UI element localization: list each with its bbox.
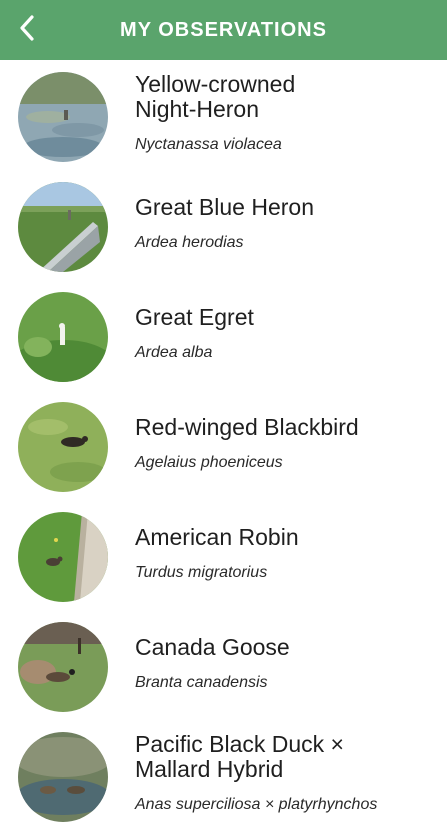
scientific-name: Turdus migratorius [135,564,268,581]
observation-item[interactable]: Pacific Black Duck × Mallard Hybrid Anas… [0,720,447,830]
common-name: Great Egret [135,304,254,330]
observation-item[interactable]: Great Blue Heron Ardea herodias [0,170,447,280]
common-name: American Robin [135,524,299,550]
scientific-name: Agelaius phoeniceus [135,454,283,471]
observation-text: Pacific Black Duck × Mallard Hybrid Anas… [135,732,435,814]
observation-text: Great Egret Ardea alba [135,305,435,362]
common-name: Great Blue Heron [135,194,314,220]
observation-item[interactable]: Great Egret Ardea alba [0,280,447,390]
observation-photo [18,402,108,492]
scientific-name: Branta canadensis [135,674,268,691]
observation-text: Red-winged Blackbird Agelaius phoeniceus [135,415,435,472]
common-name: Red-winged Blackbird [135,414,359,440]
back-button[interactable] [12,10,42,46]
observation-item[interactable]: Canada Goose Branta canadensis [0,610,447,720]
observation-item[interactable]: Red-winged Blackbird Agelaius phoeniceus [0,390,447,500]
page-title: MY OBSERVATIONS [120,18,327,41]
observation-photo [18,72,108,162]
observation-photo [18,292,108,382]
scientific-name: Nyctanassa violacea [135,136,282,153]
scientific-name: Anas superciliosa × platyrhynchos [135,796,378,813]
observation-text: Canada Goose Branta canadensis [135,635,435,692]
common-name: Yellow-crowned Night-Heron [135,71,296,122]
common-name: Pacific Black Duck × Mallard Hybrid [135,731,344,782]
observation-photo [18,622,108,712]
observation-photo [18,182,108,272]
observation-item[interactable]: American Robin Turdus migratorius [0,500,447,610]
observation-text: Yellow-crowned Night-Heron Nyctanassa vi… [135,72,435,154]
common-name: Canada Goose [135,634,290,660]
chevron-left-icon [20,15,34,41]
observation-item[interactable]: Yellow-crowned Night-Heron Nyctanassa vi… [0,60,447,170]
scientific-name: Ardea herodias [135,234,244,251]
observation-photo [18,732,108,822]
app-header: MY OBSERVATIONS [0,0,447,60]
observation-photo [18,512,108,602]
scientific-name: Ardea alba [135,344,213,361]
observation-text: American Robin Turdus migratorius [135,525,435,582]
observation-text: Great Blue Heron Ardea herodias [135,195,435,252]
